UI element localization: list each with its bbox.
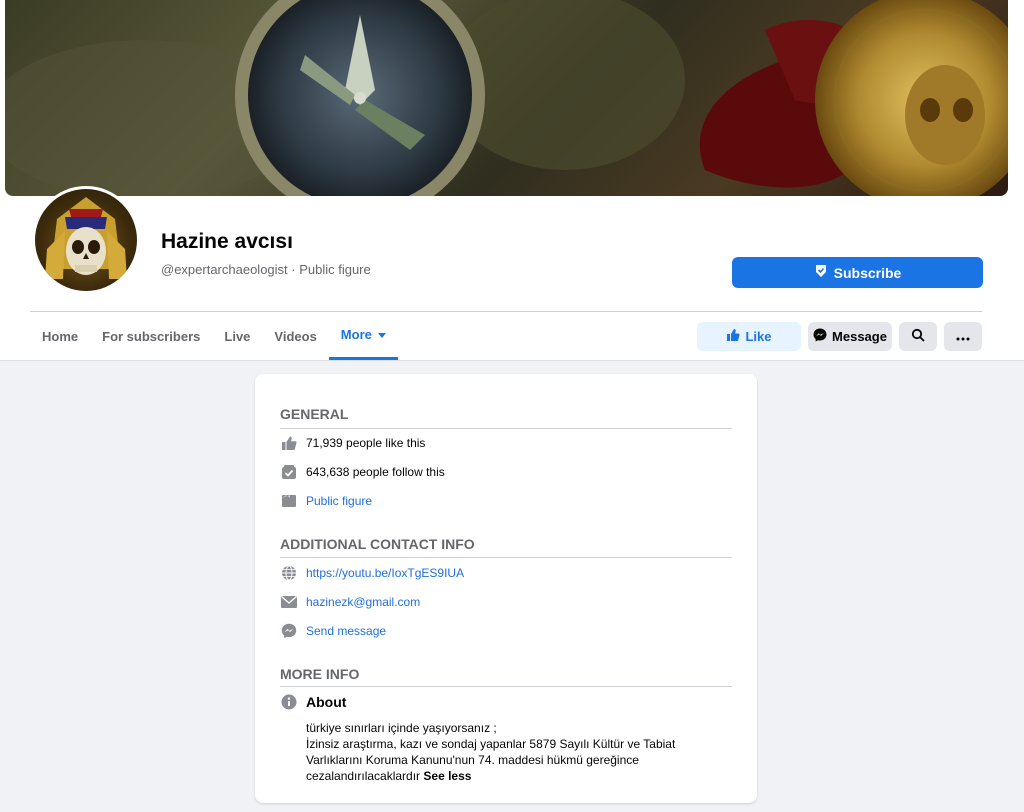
page-title: Hazine avcısı (161, 230, 293, 253)
subscribe-icon (814, 264, 828, 281)
message-label: Message (832, 329, 887, 344)
see-less-link[interactable]: See less (423, 769, 471, 783)
tab-videos[interactable]: Videos (262, 312, 328, 360)
tab-label: More (340, 327, 372, 342)
tab-label: Live (224, 328, 251, 344)
website-row: https://youtu.be/IoxTgES9IUA (280, 564, 464, 581)
email-link[interactable]: hazinezk@gmail.com (306, 595, 420, 609)
website-link[interactable]: https://youtu.be/IoxTgES9IUA (306, 566, 464, 580)
follows-row: 643,638 people follow this (280, 463, 445, 480)
likes-text: 71,939 people like this (306, 435, 426, 450)
tab-live[interactable]: Live (212, 312, 262, 360)
flag-icon (280, 492, 297, 509)
tab-label: Videos (274, 328, 317, 344)
contact-section-title: ADDITIONAL CONTACT INFO (280, 536, 475, 552)
envelope-icon (280, 593, 297, 610)
send-message-link[interactable]: Send message (306, 624, 386, 638)
about-line: cezalandırılacaklardır (306, 769, 421, 783)
send-message-row: Send message (280, 622, 386, 639)
category-link[interactable]: Public figure (306, 494, 372, 508)
info-icon (280, 693, 297, 710)
about-line-last: cezalandırılacaklardır See less (306, 768, 706, 784)
about-line: türkiye sınırları içinde yaşıyorsanız ; (306, 721, 497, 735)
about-row: About (280, 693, 346, 710)
about-line: İzinsiz araştırma, kazı ve sondaj yapanl… (306, 737, 676, 751)
search-button[interactable] (899, 322, 937, 351)
caret-down-icon (377, 327, 386, 342)
like-label: Like (745, 329, 772, 344)
general-section-title: GENERAL (280, 406, 349, 422)
page-nav: Home For subscribers Live Videos More (30, 312, 398, 360)
subscribe-button[interactable]: Subscribe (732, 257, 983, 288)
email-row: hazinezk@gmail.com (280, 593, 420, 610)
message-button[interactable]: Message (808, 322, 892, 351)
section-divider (280, 428, 732, 429)
tab-for-subscribers[interactable]: For subscribers (90, 312, 212, 360)
follows-text: 643,638 people follow this (306, 464, 445, 479)
globe-icon (280, 564, 297, 581)
more-options-button[interactable] (944, 322, 982, 351)
profile-avatar[interactable] (32, 186, 140, 294)
thumbs-up-icon (280, 434, 297, 451)
search-icon (911, 328, 925, 345)
section-divider (280, 686, 732, 687)
about-label: About (306, 693, 347, 710)
tab-home[interactable]: Home (30, 312, 90, 360)
thumbs-up-icon (726, 328, 741, 345)
tab-more[interactable]: More (328, 312, 398, 360)
more-info-section-title: MORE INFO (280, 666, 360, 682)
subscribe-label: Subscribe (833, 264, 902, 281)
tab-label: Home (42, 328, 79, 344)
category-row: Public figure (280, 492, 372, 509)
page-handle: @expertarchaeologist · Public figure (161, 262, 371, 277)
about-card: GENERAL 71,939 people like this 643,638 … (255, 374, 757, 803)
tab-label: For subscribers (102, 328, 201, 344)
section-divider (280, 557, 732, 558)
follow-check-icon (280, 463, 297, 480)
ellipsis-icon (956, 329, 970, 344)
about-line: Varlıklarını Koruma Kanunu'nun 74. madde… (306, 753, 639, 767)
page-header: Hazine avcısı @expertarchaeologist · Pub… (0, 0, 1024, 361)
about-description: türkiye sınırları içinde yaşıyorsanız ; … (306, 720, 706, 784)
like-button[interactable]: Like (697, 322, 801, 351)
messenger-icon (280, 622, 297, 639)
cover-photo[interactable] (5, 0, 1008, 196)
likes-row: 71,939 people like this (280, 434, 425, 451)
messenger-icon (813, 328, 827, 345)
